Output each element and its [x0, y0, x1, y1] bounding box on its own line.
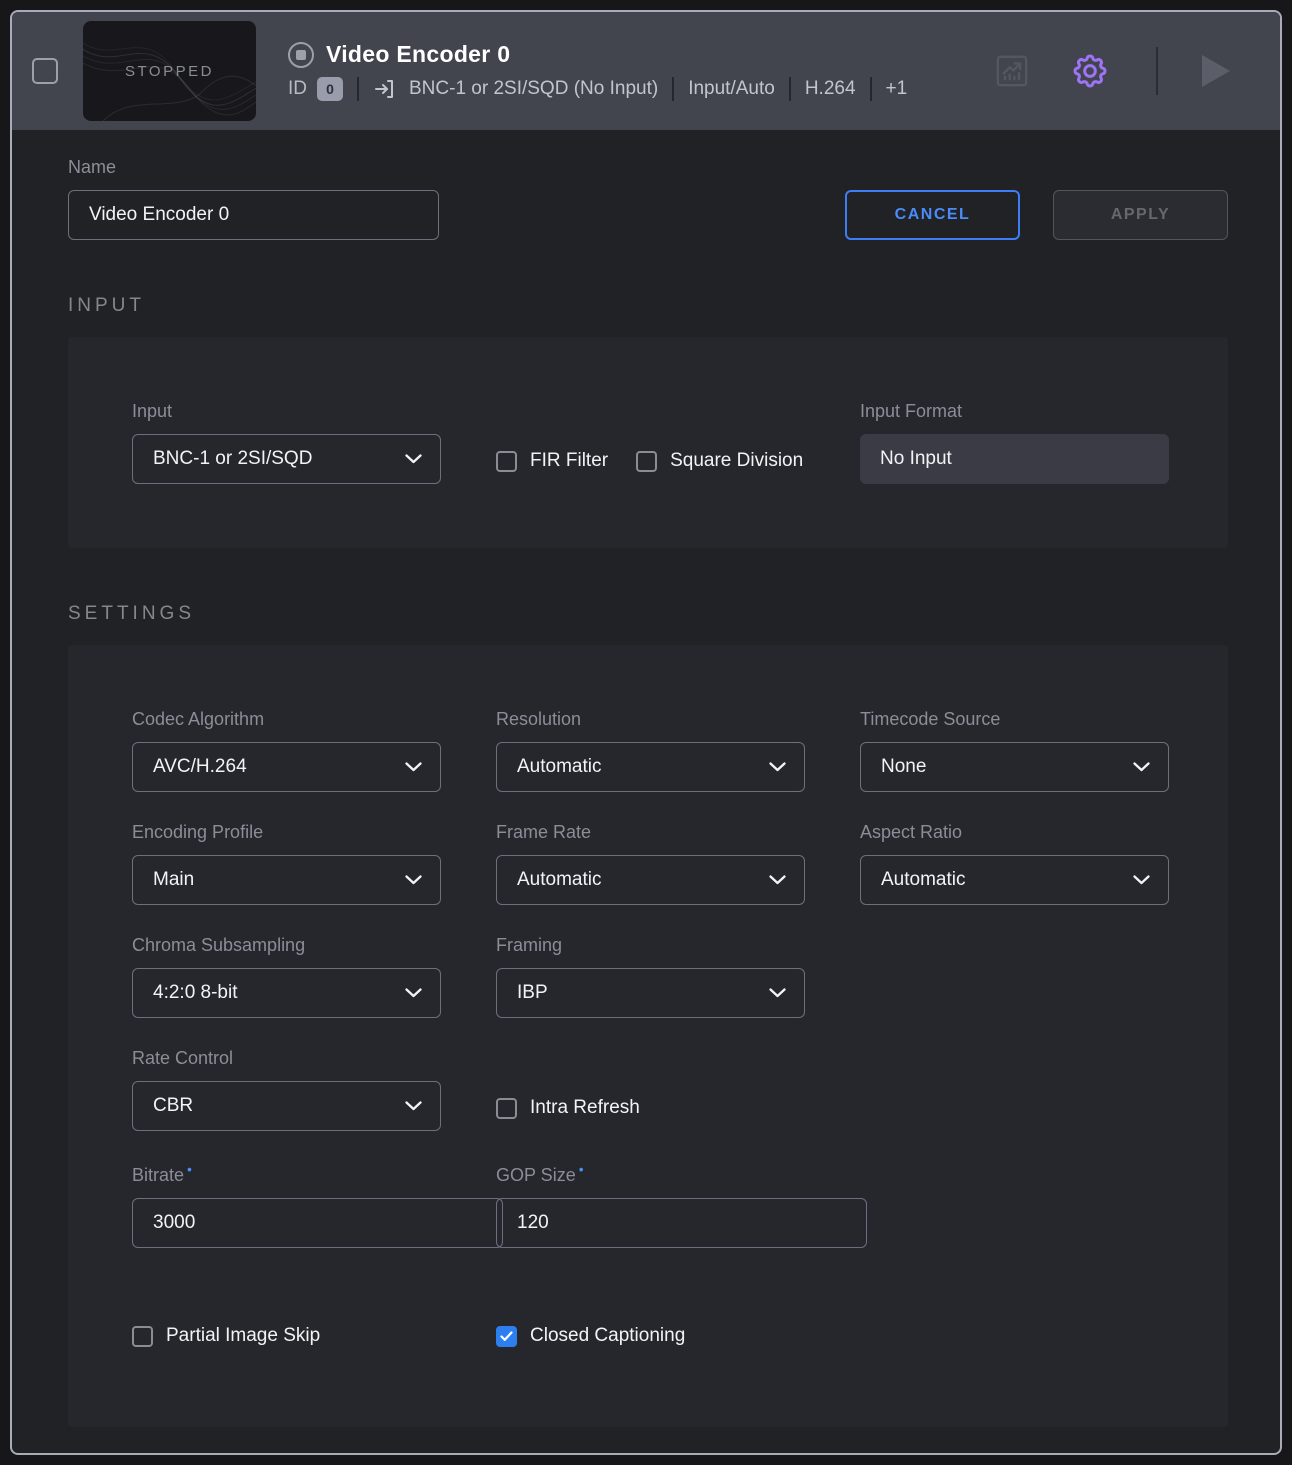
input-section-title: INPUT	[68, 295, 1228, 317]
id-badge: 0	[317, 77, 343, 101]
frame-rate-select[interactable]: Automatic	[496, 855, 805, 905]
codec-algorithm-select[interactable]: AVC/H.264	[132, 742, 441, 792]
divider	[870, 77, 872, 101]
analytics-button[interactable]	[992, 51, 1032, 91]
input-source-text: BNC-1 or 2SI/SQD (No Input)	[409, 78, 658, 100]
closed-captioning-checkbox[interactable]	[496, 1326, 517, 1347]
cancel-button[interactable]: CANCEL	[845, 190, 1020, 240]
chevron-down-icon	[1133, 762, 1150, 772]
square-division-checkbox-row[interactable]: Square Division	[636, 450, 803, 472]
divider	[357, 77, 359, 101]
chevron-down-icon	[405, 875, 422, 885]
codec-algorithm-field: Codec Algorithm AVC/H.264	[132, 709, 441, 792]
gear-icon	[1070, 51, 1110, 91]
closed-captioning-checkbox-row[interactable]: Closed Captioning	[496, 1325, 805, 1347]
aspect-ratio-field: Aspect Ratio Automatic	[860, 822, 1169, 905]
input-field: Input BNC-1 or 2SI/SQD	[132, 401, 441, 484]
chevron-down-icon	[405, 762, 422, 772]
bitrate-field: Bitrate	[132, 1161, 441, 1248]
input-source-icon	[373, 77, 397, 101]
square-division-checkbox[interactable]	[636, 451, 657, 472]
start-encoder-button[interactable]	[1202, 55, 1280, 87]
fir-filter-checkbox-row[interactable]: FIR Filter	[496, 450, 608, 472]
video-preview-thumbnail: STOPPED	[83, 21, 256, 121]
settings-button[interactable]	[1070, 51, 1110, 91]
settings-section-title: SETTINGS	[68, 603, 1228, 625]
intra-refresh-checkbox[interactable]	[496, 1098, 517, 1119]
apply-button[interactable]: APPLY	[1053, 190, 1228, 240]
frame-rate-field: Frame Rate Automatic	[496, 822, 805, 905]
check-icon	[500, 1331, 513, 1342]
meta-more-count: +1	[886, 78, 908, 100]
chart-icon	[992, 51, 1032, 91]
chevron-down-icon	[405, 454, 422, 464]
resolution-select[interactable]: Automatic	[496, 742, 805, 792]
meta-codec: H.264	[805, 78, 856, 100]
chevron-down-icon	[769, 988, 786, 998]
name-label: Name	[68, 157, 439, 178]
bitrate-input[interactable]	[132, 1198, 503, 1248]
divider	[1156, 47, 1158, 95]
chevron-down-icon	[1133, 875, 1150, 885]
intra-refresh-checkbox-row[interactable]: Intra Refresh	[496, 1097, 640, 1119]
chevron-down-icon	[769, 762, 786, 772]
id-label: ID	[288, 78, 307, 100]
chevron-down-icon	[405, 988, 422, 998]
input-format-label: Input Format	[860, 401, 1169, 422]
encoder-header: STOPPED Video Encoder 0 ID 0 BNC-1 or 2S…	[12, 12, 1280, 130]
encoder-panel: STOPPED Video Encoder 0 ID 0 BNC-1 or 2S…	[10, 10, 1282, 1455]
resolution-field: Resolution Automatic	[496, 709, 805, 792]
fir-filter-checkbox[interactable]	[496, 451, 517, 472]
chevron-down-icon	[405, 1101, 422, 1111]
rate-control-field: Rate Control CBR	[132, 1048, 441, 1131]
chroma-subsampling-field: Chroma Subsampling 4:2:0 8-bit	[132, 935, 441, 1018]
play-icon	[1202, 55, 1230, 87]
input-select[interactable]: BNC-1 or 2SI/SQD	[132, 434, 441, 484]
name-input[interactable]	[68, 190, 439, 240]
partial-image-skip-checkbox-row[interactable]: Partial Image Skip	[132, 1325, 441, 1347]
chevron-down-icon	[769, 875, 786, 885]
encoding-profile-field: Encoding Profile Main	[132, 822, 441, 905]
chroma-subsampling-select[interactable]: 4:2:0 8-bit	[132, 968, 441, 1018]
meta-input-mode: Input/Auto	[688, 78, 775, 100]
divider	[789, 77, 791, 101]
timecode-source-select[interactable]: None	[860, 742, 1169, 792]
input-label: Input	[132, 401, 441, 422]
framing-field: Framing IBP	[496, 935, 805, 1018]
page-title: Video Encoder 0	[326, 41, 510, 68]
input-format-field: Input Format No Input	[860, 401, 1169, 484]
rate-control-select[interactable]: CBR	[132, 1081, 441, 1131]
input-card: Input BNC-1 or 2SI/SQD FIR Filter Square…	[68, 337, 1228, 548]
settings-card: Codec Algorithm AVC/H.264 Resolution Aut…	[68, 645, 1228, 1427]
partial-image-skip-checkbox[interactable]	[132, 1326, 153, 1347]
timecode-source-field: Timecode Source None	[860, 709, 1169, 792]
stopped-state-icon	[288, 42, 314, 68]
framing-select[interactable]: IBP	[496, 968, 805, 1018]
divider	[672, 77, 674, 101]
status-badge: STOPPED	[83, 21, 256, 121]
row-select-checkbox[interactable]	[32, 58, 58, 84]
encoding-profile-select[interactable]: Main	[132, 855, 441, 905]
gop-size-input[interactable]	[496, 1198, 867, 1248]
aspect-ratio-select[interactable]: Automatic	[860, 855, 1169, 905]
gop-size-field: GOP Size	[496, 1161, 805, 1248]
input-format-value: No Input	[860, 434, 1169, 484]
